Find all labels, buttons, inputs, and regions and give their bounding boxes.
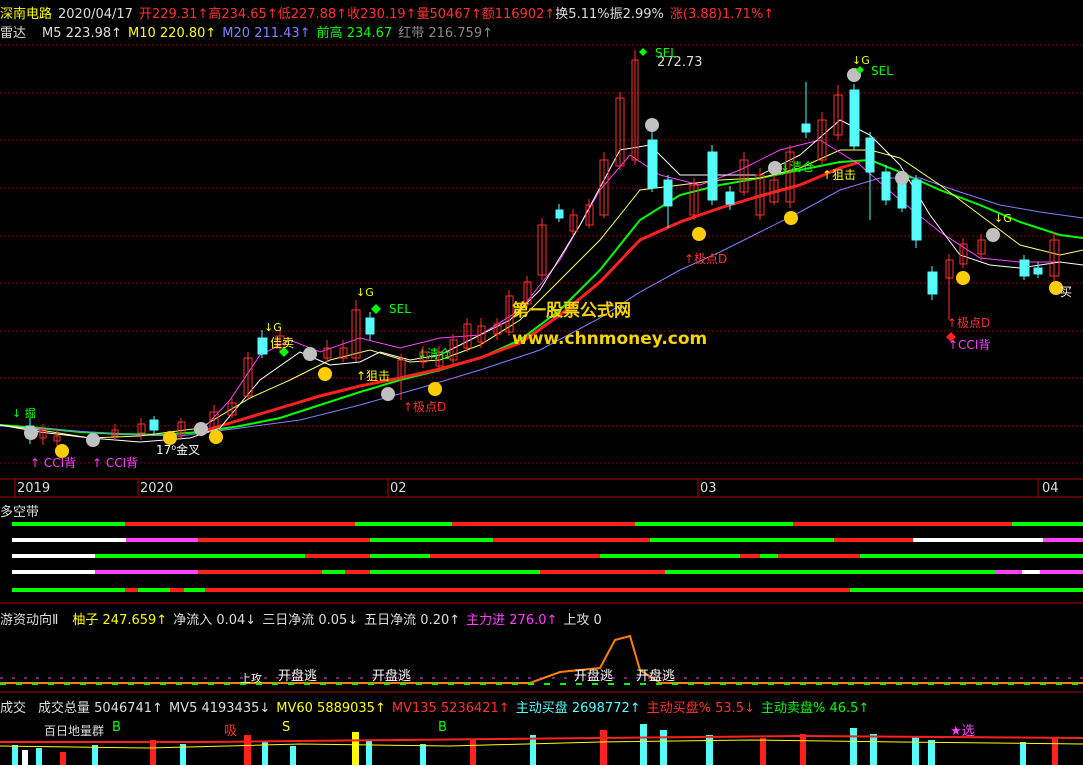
mv135-value: MV135 5236421↑ [391,701,510,716]
total-volume: 成交总量 5046741↑ [38,701,163,716]
open-escape-label-2: 开盘逃 [372,669,412,684]
g-label-4: ↓G [994,212,1012,225]
g-label-3: ↓G [852,54,870,67]
volume-title[interactable]: 成交 [0,701,26,716]
youzi-lines [0,634,1083,685]
jidian-label-1: ↑极点D [403,400,447,414]
zuji-label-2: ↑狙击 [822,168,857,182]
open-escape-label-3: 开盘逃 [574,669,614,684]
jingliuru-value: 净流入 0.04↓ [173,613,257,628]
shanggong-value: 上攻 0 [563,613,602,628]
open-escape-label-4: 开盘逃 [636,669,676,684]
up-attack-label: 上攻 [240,672,262,685]
jinjiao-label: 17⁰金叉 [156,443,201,457]
cci-label-3: ↑CCI背 [948,338,991,352]
pane-separators [0,478,1083,693]
s-label: S [282,720,291,735]
youzi-header: 游资动向Ⅱ 柚子 247.659↑ 净流入 0.04↓ 三日净流 0.05↓ 五日净流 … [0,609,608,628]
time-label-02: 02 [390,481,407,496]
time-label-2019: 2019 [17,481,51,496]
g-label-2: ↓G [264,321,282,334]
kline-chart[interactable] [0,0,1083,765]
bottom-label: 百日地量群 [44,724,105,738]
sanri-value: 三日净流 0.05↓ [262,613,359,628]
sel-label-1: SEL [389,302,411,316]
jidian-label-2: ↑极点D [684,252,728,266]
qingcang-label-2: ↓清仓 [780,160,815,174]
youzi-title[interactable]: 游资动向Ⅱ [0,613,58,628]
b-label-1: B [112,720,121,735]
ma-white-line [0,119,1083,443]
duokong-title[interactable]: 多空带 [0,501,39,520]
jue-label: ↓ 掘 [12,407,36,420]
xuan-label: ★选 [950,724,975,739]
volume-bars [0,724,1083,765]
mv60-value: MV60 5889035↑ [276,701,386,716]
cci-label-1: ↑ CCI背 [30,456,77,470]
time-label-2020: 2020 [140,481,174,496]
g-label-1: ↓G [356,286,374,299]
cci-label-2: ↑ CCI背 [92,456,139,470]
volume-header: 成交 成交总量 5046741↑ MV5 4193435↓ MV60 5889035↑… [0,697,875,716]
active-buy-value: 主动买盘 2698772↑ [515,701,641,716]
watermark-title: 第一股票公式网 [512,301,631,321]
zhuli-value: 主力进 276.0↑ [466,613,558,628]
sel-label-2: SEL [655,46,677,60]
wuri-value: 五日净流 0.20↑ [364,613,461,628]
watermark-url: www.chnmoney.com [512,329,708,349]
qingcang-label-1: ↓清仓 [417,347,452,361]
jidian-label-3: ↑极点D [947,316,991,330]
xi-label: 吸 [224,724,238,739]
buy-label: 买 [1060,285,1073,299]
candles[interactable] [25,50,1060,446]
b-label-2: B [438,720,447,735]
sel-label-3: SEL [871,64,893,78]
time-label-04: 04 [1042,481,1059,496]
zuji-label-1: ↑狙击 [356,369,391,383]
time-label-03: 03 [700,481,717,496]
jiamai-label: 佳卖 [270,336,295,350]
duokong-bands [12,522,1083,592]
active-sell-pct: 主动卖盘% 46.5↑ [760,701,870,716]
youzi-value: 柚子 247.659↑ [72,613,168,628]
mv5-value: MV5 4193435↓ [168,701,271,716]
active-buy-pct: 主动买盘% 53.5↓ [646,701,755,716]
open-escape-label-1: 开盘逃 [278,669,318,684]
